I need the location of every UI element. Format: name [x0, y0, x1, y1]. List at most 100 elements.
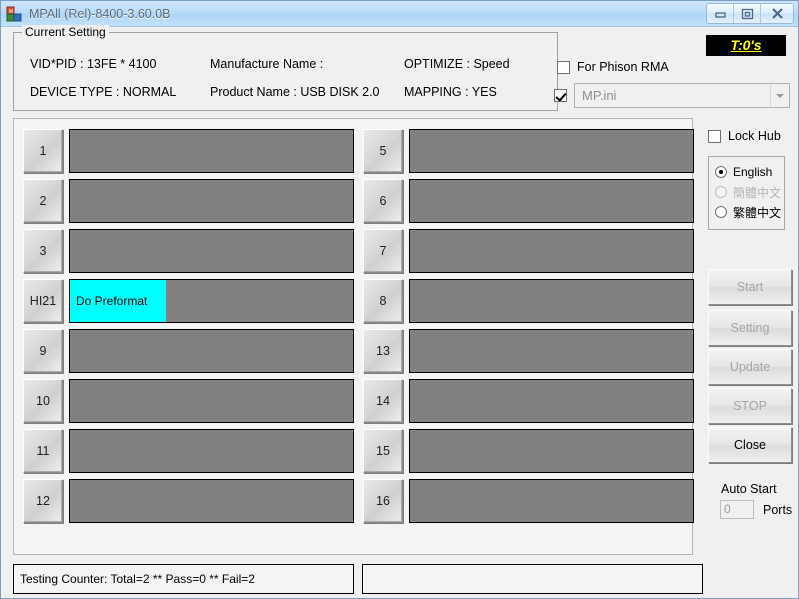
application-window: M MPAll (Rel)-8400-3.60.0B Current Setti…	[0, 0, 799, 599]
port-status-bar-13	[409, 328, 694, 373]
port-row: 8	[363, 278, 694, 323]
port-status-bar-10	[69, 378, 354, 423]
language-label: English	[733, 165, 773, 179]
port-column-left: 1 2 3 HI21 Do Preformat 9 10 11 12	[23, 128, 354, 528]
ports-row: 0 Ports	[720, 500, 792, 519]
close-button[interactable]: Close	[708, 427, 792, 463]
port-button-9[interactable]: 9	[23, 328, 63, 373]
port-progress-fill: Do Preformat	[70, 279, 167, 322]
port-row: 14	[363, 378, 694, 423]
ini-file-combobox[interactable]: MP.ini	[574, 83, 790, 108]
minimize-icon[interactable]	[707, 4, 734, 23]
port-button-6[interactable]: 6	[363, 178, 403, 223]
language-option-0[interactable]: English	[715, 162, 784, 182]
current-setting-group: Current Setting VID*PID : 13FE * 4100 DE…	[13, 25, 558, 111]
language-radio[interactable]	[715, 166, 727, 178]
vid-pid-value: VID*PID : 13FE * 4100	[30, 57, 157, 71]
auto-start-label: Auto Start	[721, 482, 777, 496]
window-controls	[706, 3, 794, 24]
port-button-8[interactable]: 8	[363, 278, 403, 323]
port-button-15[interactable]: 15	[363, 428, 403, 473]
port-button-11[interactable]: 11	[23, 428, 63, 473]
port-button-12[interactable]: 12	[23, 478, 63, 523]
setting-button: Setting	[708, 310, 792, 346]
for-phison-rma-row[interactable]: For Phison RMA	[557, 60, 669, 74]
restore-icon[interactable]	[734, 4, 761, 23]
language-label: 繁體中文	[733, 205, 782, 220]
port-row: 7	[363, 228, 694, 273]
port-button-7[interactable]: 7	[363, 228, 403, 273]
port-status-bar-11	[69, 428, 354, 473]
language-option-1: 簡體中文	[715, 182, 784, 202]
lock-hub-checkbox[interactable]	[708, 129, 721, 143]
port-status-bar-HI21: Do Preformat	[69, 278, 354, 323]
testing-counter-text: Testing Counter: Total=2 ** Pass=0 ** Fa…	[20, 572, 255, 586]
port-row: 10	[23, 378, 354, 423]
status-bar-left: Testing Counter: Total=2 ** Pass=0 ** Fa…	[13, 564, 354, 594]
stop-button: STOP	[708, 388, 792, 424]
svg-text:M: M	[9, 9, 13, 15]
port-status-bar-15	[409, 428, 694, 473]
port-row: 9	[23, 328, 354, 373]
language-label: 簡體中文	[733, 185, 782, 200]
port-status-bar-7	[409, 228, 694, 273]
port-status-bar-2	[69, 178, 354, 223]
lock-hub-label: Lock Hub	[728, 129, 781, 143]
ini-file-row[interactable]: MP.ini	[554, 83, 790, 108]
port-status-bar-5	[409, 128, 694, 173]
port-button-14[interactable]: 14	[363, 378, 403, 423]
port-status-bar-1	[69, 128, 354, 173]
for-phison-rma-checkbox[interactable]	[557, 60, 570, 74]
port-row: 5	[363, 128, 694, 173]
manufacture-name-value: Manufacture Name :	[210, 57, 324, 71]
lock-hub-row[interactable]: Lock Hub	[708, 129, 781, 143]
language-radio[interactable]	[715, 206, 727, 218]
chevron-down-icon[interactable]	[770, 85, 788, 106]
app-blocks-icon: M	[6, 6, 22, 22]
port-status-bar-3	[69, 228, 354, 273]
language-radio-group: English 簡體中文繁體中文	[708, 156, 785, 230]
port-row: 15	[363, 428, 694, 473]
ports-input[interactable]: 0	[720, 500, 754, 519]
ports-label: Ports	[763, 502, 793, 517]
port-status-bar-12	[69, 478, 354, 523]
port-row: 2	[23, 178, 354, 223]
port-row: 16	[363, 478, 694, 523]
port-button-1[interactable]: 1	[23, 128, 63, 173]
port-button-HI21[interactable]: HI21	[23, 278, 63, 323]
port-button-2[interactable]: 2	[23, 178, 63, 223]
port-column-right: 5 6 7 8 13 14 15 16	[363, 128, 694, 528]
port-button-16[interactable]: 16	[363, 478, 403, 523]
port-status-bar-16	[409, 478, 694, 523]
port-row: 12	[23, 478, 354, 523]
status-bar-right	[362, 564, 703, 594]
port-row: 1	[23, 128, 354, 173]
optimize-value: OPTIMIZE : Speed	[404, 57, 510, 71]
timer-badge: T:0's	[706, 35, 786, 56]
port-status-bar-8	[409, 278, 694, 323]
close-icon[interactable]	[761, 4, 793, 23]
device-type-value: DEVICE TYPE : NORMAL	[30, 85, 177, 99]
ini-file-checkbox[interactable]	[554, 89, 567, 102]
port-button-10[interactable]: 10	[23, 378, 63, 423]
for-phison-rma-label: For Phison RMA	[577, 60, 669, 74]
port-button-5[interactable]: 5	[363, 128, 403, 173]
port-status-text: Do Preformat	[76, 293, 148, 308]
product-name-value: Product Name : USB DISK 2.0	[210, 85, 380, 99]
port-status-bar-14	[409, 378, 694, 423]
language-option-2[interactable]: 繁體中文	[715, 202, 784, 222]
mapping-value: MAPPING : YES	[404, 85, 497, 99]
port-status-bar-6	[409, 178, 694, 223]
port-row: 3	[23, 228, 354, 273]
language-radio	[715, 186, 727, 198]
port-button-3[interactable]: 3	[23, 228, 63, 273]
port-row: 13	[363, 328, 694, 373]
start-button: Start	[708, 269, 792, 305]
port-status-bar-9	[69, 328, 354, 373]
window-title: MPAll (Rel)-8400-3.60.0B	[29, 6, 171, 21]
current-setting-legend: Current Setting	[22, 25, 109, 39]
port-row: 6	[363, 178, 694, 223]
port-row: HI21 Do Preformat	[23, 278, 354, 323]
port-grid-panel: 1 2 3 HI21 Do Preformat 9 10 11 12 5 6 7 8 13 14 15 16	[13, 118, 694, 555]
port-button-13[interactable]: 13	[363, 328, 403, 373]
